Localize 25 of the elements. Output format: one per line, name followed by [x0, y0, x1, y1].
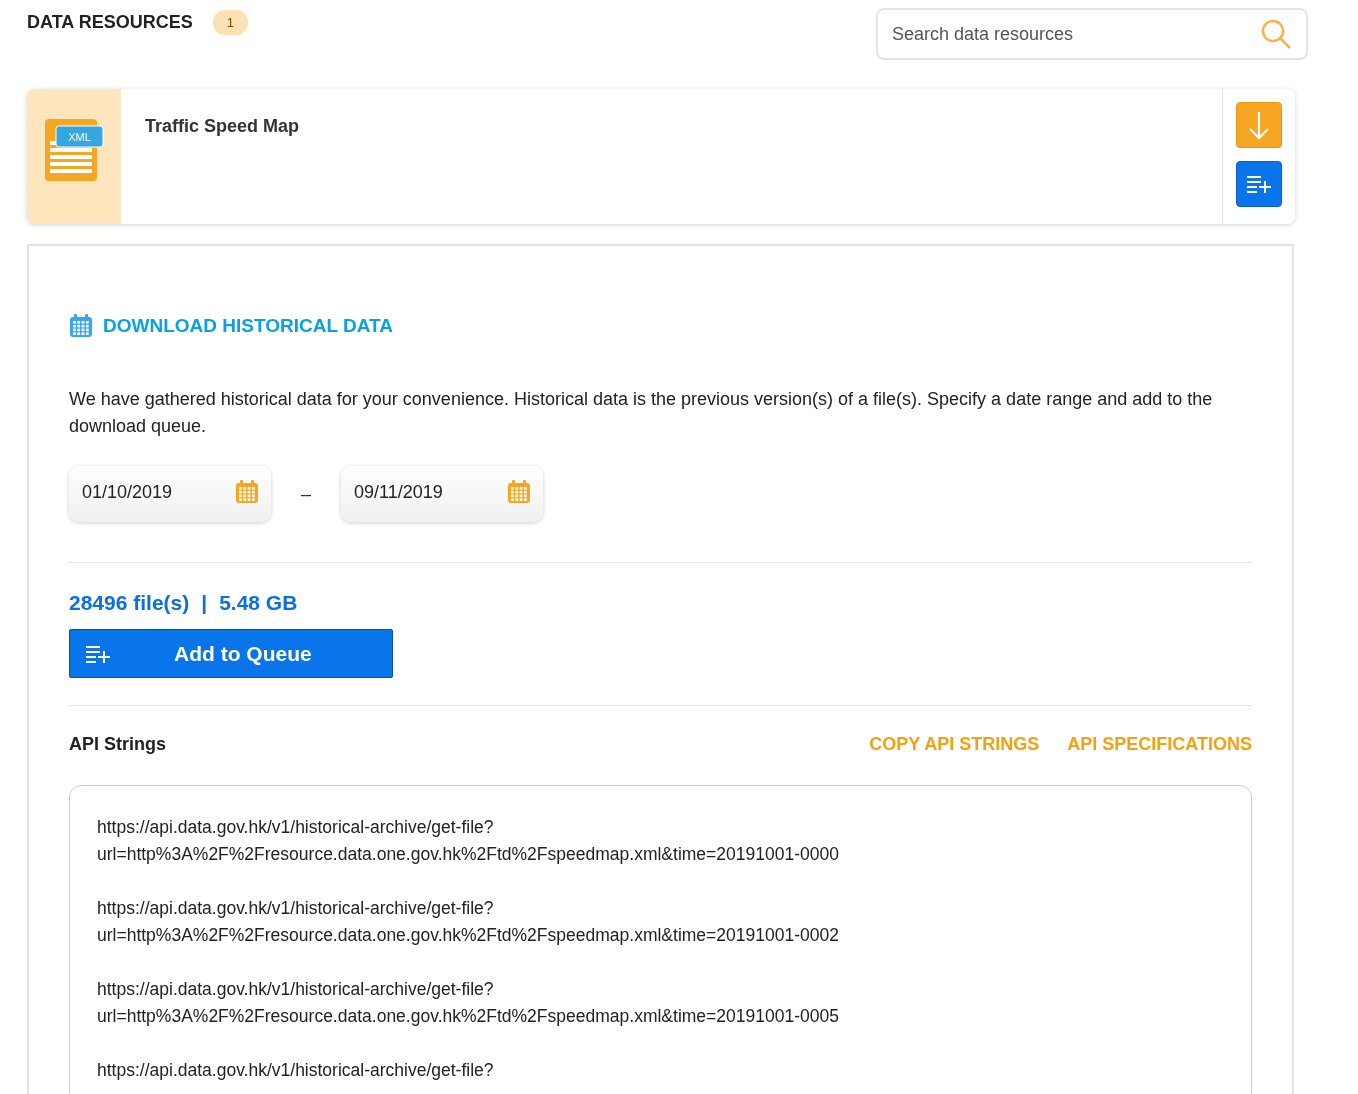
- section-heading: DOWNLOAD HISTORICAL DATA: [103, 315, 393, 337]
- add-to-queue-button[interactable]: [1236, 161, 1282, 207]
- calendar-icon: [507, 480, 531, 504]
- start-date-field[interactable]: 01/10/2019: [69, 466, 271, 522]
- calendar-icon: [69, 314, 93, 338]
- api-strings-title: API Strings: [69, 734, 166, 755]
- count-badge: 1: [212, 10, 248, 35]
- down-arrow-icon: [1247, 110, 1271, 140]
- resource-name: Traffic Speed Map: [145, 116, 300, 136]
- total-size: 5.48 GB: [219, 591, 298, 615]
- file-count: 28496 file(s): [69, 591, 190, 615]
- api-string: https://api.data.gov.hk/v1/historical-archive/get-file? url=http%3A%2F%2Fresource.data.one.gov.hk%2Ftd%2Fspeedmap.xml&time=20191001-0002: [97, 897, 840, 947]
- search-icon: [1260, 18, 1292, 50]
- end-date-field[interactable]: 09/11/2019: [341, 466, 543, 522]
- section-title: DATA RESOURCES: [27, 12, 193, 33]
- add-to-list-icon: [1245, 173, 1273, 195]
- calendar-icon: [235, 480, 259, 504]
- api-string: https://api.data.gov.hk/v1/historical-archive/get-file? url=http%3A%2F%2Fresource.data.one.gov.hk%2Ftd%2Fspeedmap.xml&time=20191001-0005: [97, 978, 840, 1028]
- api-string: https://api.data.gov.hk/v1/historical-archive/get-file? url=http%3A%2F%2Fresource.data.one.gov.hk%2Ftd%2Fspeedmap.xml&time=20191001-0000: [97, 816, 840, 866]
- description-text: We have gathered historical data for your convenience. Historical data is the previous version(s) of a file(s). Specify a date range and add to the download queue.: [69, 388, 1214, 438]
- stats-divider: |: [201, 591, 208, 615]
- search-field[interactable]: Search data resources: [876, 8, 1308, 60]
- api-string: https://api.data.gov.hk/v1/historical-archive/get-file?: [97, 1059, 495, 1082]
- add-to-queue-button[interactable]: Add to Queue: [69, 629, 393, 678]
- range-dash: –: [301, 483, 311, 505]
